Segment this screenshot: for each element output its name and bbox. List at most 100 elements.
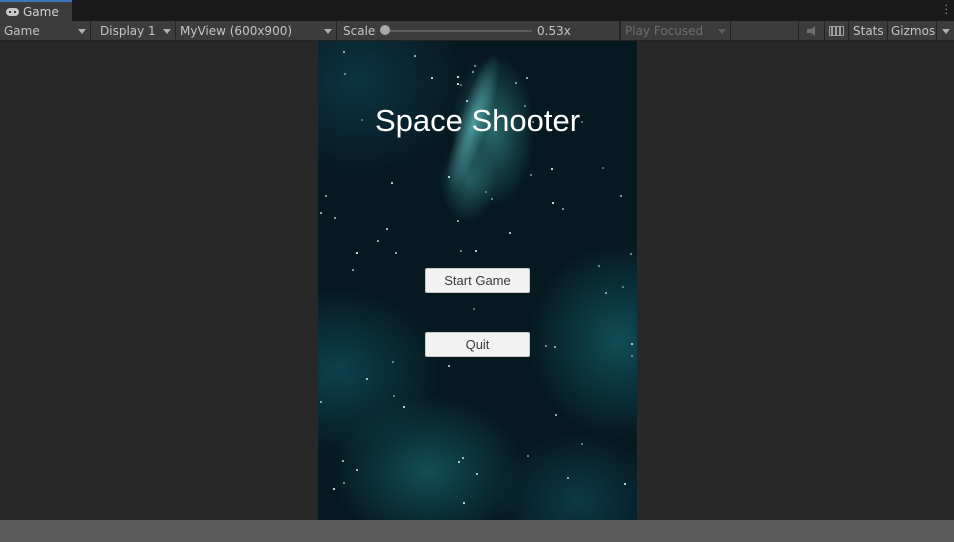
- gamepad-icon: [6, 7, 19, 16]
- star: [395, 252, 397, 254]
- gizmos-button[interactable]: Gizmos: [888, 21, 937, 41]
- play-mode-label: Play Focused: [625, 24, 704, 38]
- star: [457, 83, 459, 85]
- star: [630, 253, 632, 255]
- chevron-down-icon: [324, 29, 332, 34]
- star: [414, 55, 416, 57]
- scale-value: 0.53x: [537, 24, 571, 38]
- scale-slider-track[interactable]: [384, 30, 532, 32]
- mute-audio-button[interactable]: [798, 21, 824, 41]
- view-mode-label: Game: [4, 24, 40, 38]
- game-window: Game · · · Game Display 1 MyView (600x900)…: [0, 0, 954, 542]
- chevron-down-icon: [163, 29, 171, 34]
- star: [458, 461, 460, 463]
- game-viewport[interactable]: Space Shooter Start Game Quit: [318, 41, 637, 520]
- star: [526, 77, 528, 79]
- star: [562, 208, 564, 210]
- star: [474, 65, 476, 67]
- star: [581, 443, 583, 445]
- star: [320, 212, 322, 214]
- chevron-down-icon: [718, 29, 726, 34]
- star: [509, 232, 511, 234]
- start-game-button[interactable]: Start Game: [425, 268, 530, 293]
- star: [431, 77, 433, 79]
- star: [457, 76, 459, 78]
- star: [352, 269, 354, 271]
- star: [555, 414, 557, 416]
- gizmos-dropdown[interactable]: [937, 21, 954, 41]
- star: [473, 308, 475, 310]
- star: [460, 84, 462, 86]
- star: [392, 361, 394, 363]
- star: [325, 195, 327, 197]
- star: [551, 168, 553, 170]
- display-label: Display 1: [100, 24, 156, 38]
- star: [366, 378, 368, 380]
- scale-label: Scale: [343, 24, 376, 38]
- shortcut-overlay-button[interactable]: [824, 21, 848, 41]
- star: [631, 343, 633, 345]
- quit-button[interactable]: Quit: [425, 332, 530, 357]
- star: [343, 51, 345, 53]
- star: [622, 286, 624, 288]
- star: [631, 355, 633, 357]
- star: [554, 346, 556, 348]
- tab-bar: Game · · ·: [0, 0, 954, 21]
- star: [386, 228, 388, 230]
- speaker-icon: [806, 26, 817, 36]
- display-dropdown[interactable]: Display 1: [91, 21, 176, 41]
- tab-game[interactable]: Game: [0, 0, 72, 21]
- star: [393, 395, 395, 397]
- star: [403, 406, 405, 408]
- star: [624, 483, 626, 485]
- star: [448, 176, 450, 178]
- star: [344, 73, 346, 75]
- star: [460, 250, 462, 252]
- star: [334, 217, 336, 219]
- star: [457, 220, 459, 222]
- star: [356, 469, 358, 471]
- star: [545, 345, 547, 347]
- star: [530, 174, 532, 176]
- star: [377, 240, 379, 242]
- stats-label: Stats: [853, 24, 884, 38]
- play-mode-dropdown[interactable]: Play Focused: [620, 21, 731, 41]
- star: [333, 488, 335, 490]
- scale-slider-handle[interactable]: [380, 25, 390, 35]
- keyboard-icon: [829, 26, 844, 36]
- chevron-down-icon: [942, 29, 950, 34]
- star: [463, 502, 465, 504]
- star: [475, 250, 477, 252]
- star: [602, 167, 604, 169]
- star: [343, 482, 345, 484]
- game-toolbar: Game Display 1 MyView (600x900) Scale 0.…: [0, 21, 954, 41]
- star: [620, 195, 622, 197]
- star: [342, 460, 344, 462]
- star: [476, 473, 478, 475]
- bottom-strip: [0, 520, 954, 542]
- star: [466, 100, 468, 102]
- star: [598, 265, 600, 267]
- star: [491, 198, 493, 200]
- star: [448, 365, 450, 367]
- chevron-down-icon: [78, 29, 86, 34]
- star: [567, 477, 569, 479]
- gizmos-label: Gizmos: [891, 24, 936, 38]
- star: [552, 202, 554, 204]
- resolution-label: MyView (600x900): [180, 24, 293, 38]
- more-options-icon[interactable]: · · ·: [945, 0, 949, 19]
- star: [356, 252, 358, 254]
- star: [515, 82, 517, 84]
- tab-label: Game: [23, 4, 59, 19]
- resolution-dropdown[interactable]: MyView (600x900): [176, 21, 337, 41]
- star: [485, 191, 487, 193]
- view-mode-dropdown[interactable]: Game: [0, 21, 91, 41]
- star: [462, 457, 464, 459]
- stats-button[interactable]: Stats: [848, 21, 888, 41]
- star: [605, 292, 607, 294]
- star: [472, 71, 474, 73]
- game-title: Space Shooter: [374, 103, 581, 138]
- star: [527, 455, 529, 457]
- star: [391, 182, 393, 184]
- star: [320, 401, 322, 403]
